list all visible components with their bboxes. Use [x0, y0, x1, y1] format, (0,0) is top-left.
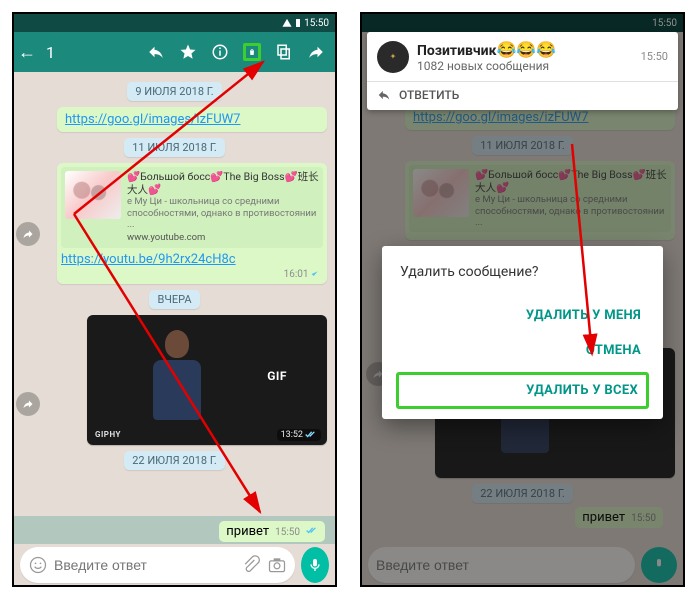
chat-area-left: 9 ИЮЛЯ 2018 Г. https://goo.gl/images/izF… — [14, 72, 335, 544]
copy-icon[interactable] — [275, 43, 293, 61]
dialog-title: Удалить сообщение? — [400, 264, 645, 280]
delete-for-everyone-button[interactable]: УДАЛИТЬ У ВСЕХ — [396, 372, 649, 409]
notification-title: Позитивчик😂😂😂 — [417, 40, 556, 59]
gif-provider: GIPHY — [95, 430, 121, 439]
date-separator: ВЧЕРА — [149, 290, 199, 309]
preview-title: 💕Большой босс💕The Big Boss💕班长大人💕 — [127, 171, 319, 196]
preview-thumbnail — [65, 171, 121, 219]
selection-count: 1 — [46, 43, 141, 62]
preview-site: www.youtube.com — [127, 232, 319, 243]
notification-subtitle: 1082 новых сообщения — [417, 59, 556, 73]
forward-share-icon[interactable] — [16, 392, 40, 416]
gif-badge: GIF — [267, 369, 287, 383]
input-bar — [14, 544, 335, 586]
delete-icon[interactable] — [243, 43, 261, 61]
forward-icon[interactable] — [307, 43, 325, 61]
date-separator: 9 ИЮЛЯ 2018 Г. — [127, 82, 221, 101]
message-text[interactable]: привет 15:50 — [219, 521, 325, 542]
phone-right: 15:50 https://goo.gl/images/izFUW7 11 ИЮ… — [360, 12, 685, 587]
forward-share-icon[interactable] — [16, 222, 40, 246]
cancel-button[interactable]: ОТМЕНА — [400, 333, 645, 368]
preview-url[interactable]: https://youtu.be/9h2rx24cH8c — [61, 252, 236, 267]
phone-left: 15:50 ← 1 9 ИЮЛЯ 2018 Г. https://goo.gl/… — [12, 12, 337, 587]
back-arrow-icon[interactable]: ← — [18, 42, 36, 63]
message-input[interactable] — [54, 557, 235, 573]
message-time: 13:52 — [277, 429, 321, 441]
camera-icon[interactable] — [267, 555, 287, 575]
date-separator: 22 ИЮЛЯ 2018 Г. — [124, 451, 225, 470]
reply-icon[interactable] — [147, 43, 165, 61]
mic-button[interactable] — [301, 547, 329, 583]
message-input-box[interactable] — [20, 547, 295, 583]
delete-for-me-button[interactable]: УДАЛИТЬ У МЕНЯ — [400, 298, 645, 333]
attach-icon[interactable] — [241, 555, 261, 575]
date-separator: 11 ИЮЛЯ 2018 Г. — [124, 138, 225, 157]
delete-dialog: Удалить сообщение? УДАЛИТЬ У МЕНЯ ОТМЕНА… — [382, 246, 663, 419]
notification-reply-button[interactable]: ОТВЕТИТЬ — [377, 88, 668, 102]
selection-action-bar: ← 1 — [14, 32, 335, 72]
selected-message-row[interactable]: привет 15:50 — [14, 516, 335, 544]
notification-avatar: ✦ — [377, 41, 409, 73]
preview-description: е Му Ци - школьница со средними способно… — [127, 196, 319, 230]
message-gif[interactable]: GIF GIPHY 13:52 — [87, 315, 327, 445]
emoji-icon[interactable] — [28, 555, 48, 575]
star-icon[interactable] — [179, 43, 197, 61]
notification-card[interactable]: ✦ Позитивчик😂😂😂 1082 новых сообщения 15:… — [367, 32, 678, 110]
notification-time: 15:50 — [641, 50, 668, 63]
message-link[interactable]: https://goo.gl/images/izFUW7 — [57, 107, 327, 132]
message-youtube-preview[interactable]: 💕Большой босс💕The Big Boss💕班长大人💕 е Му Ци… — [57, 163, 327, 284]
info-icon[interactable] — [211, 43, 229, 61]
status-bar: 15:50 — [14, 14, 335, 32]
